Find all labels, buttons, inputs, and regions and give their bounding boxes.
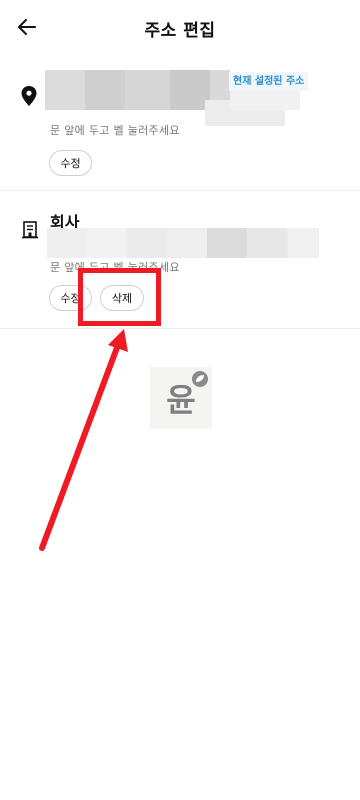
delivery-instruction: 문 앞에 두고 벨 눌러주세요 <box>50 124 180 137</box>
address-card-company: 회사 문 앞에 두고 벨 눌러주세요 수정 삭제 <box>0 192 360 326</box>
app-header: 주소 편집 <box>0 0 360 56</box>
divider <box>0 328 360 329</box>
map-pin-icon <box>21 86 37 106</box>
edit-button[interactable]: 수정 <box>49 150 92 176</box>
leaf-icon <box>192 371 208 387</box>
watermark-logo: 윤 <box>150 367 212 429</box>
current-address-badge: 현재 설정된 주소 <box>229 72 309 91</box>
divider <box>0 190 360 191</box>
address-card-current: 현재 설정된 주소 문 앞에 두고 벨 눌러주세요 수정 <box>0 60 360 188</box>
building-icon <box>22 221 38 239</box>
page-title: 주소 편집 <box>144 21 216 41</box>
annotation-highlight-box <box>78 268 161 326</box>
